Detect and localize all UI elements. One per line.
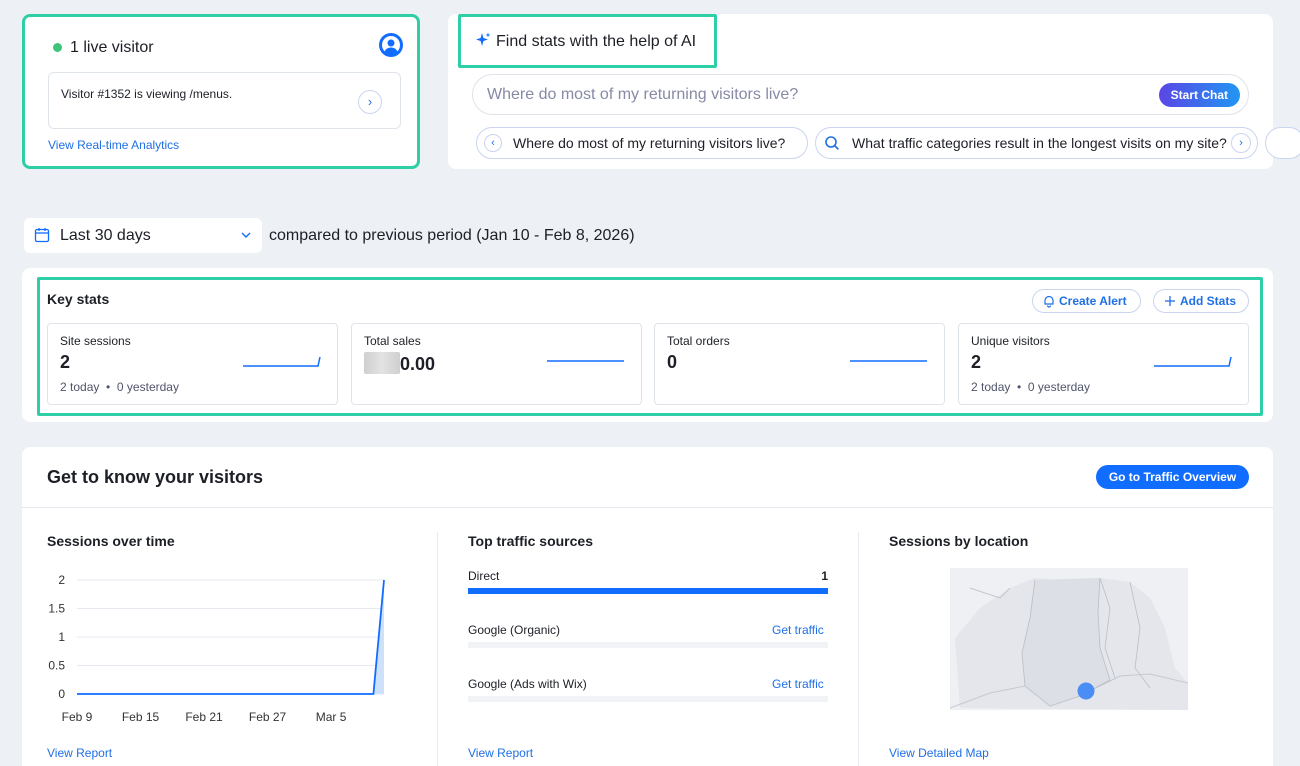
x-tick-label: Feb 15	[122, 710, 160, 724]
stat-card-site-sessions[interactable]: Site sessions 2 2 today • 0 yesterday	[47, 323, 338, 405]
map-country	[1021, 577, 1111, 707]
stat-label: Total orders	[667, 334, 730, 348]
ai-suggestion-label: What traffic categories result in the lo…	[852, 135, 1227, 151]
view-detailed-map-link[interactable]: View Detailed Map	[889, 746, 989, 760]
live-visitor-title: 1 live visitor	[70, 39, 154, 56]
column-divider	[437, 532, 438, 766]
view-realtime-analytics-link[interactable]: View Real-time Analytics	[48, 138, 179, 152]
stat-label: Site sessions	[60, 334, 131, 348]
stat-subtext: 2 today • 0 yesterday	[971, 380, 1090, 394]
avatar-icon[interactable]	[379, 33, 403, 57]
y-tick-label: 1	[58, 630, 65, 644]
start-chat-button[interactable]: Start Chat	[1158, 83, 1240, 107]
traffic-source-name: Google (Ads with Wix)	[468, 677, 587, 691]
stat-value: 2	[971, 352, 982, 372]
stat-value: 0	[667, 352, 678, 372]
traffic-source-value: 1	[821, 569, 828, 583]
stat-value: 0.00	[364, 352, 435, 375]
chevron-right-icon[interactable]: ›	[1231, 133, 1251, 153]
stat-subtext: 2 today • 0 yesterday	[60, 380, 179, 394]
stat-card-unique-visitors[interactable]: Unique visitors 2 2 today • 0 yesterday	[958, 323, 1249, 405]
stat-sparkline	[243, 356, 321, 367]
map-location-marker	[1077, 682, 1095, 700]
ai-search-bar: Start Chat	[472, 74, 1249, 115]
traffic-source-bar	[468, 588, 828, 594]
top-traffic-sources-title: Top traffic sources	[468, 533, 593, 549]
traffic-source-bar-fill	[468, 588, 828, 594]
x-tick-label: Feb 21	[185, 710, 223, 724]
traffic-source-bar	[468, 642, 828, 648]
sparkle-icon	[476, 32, 491, 46]
y-tick-label: 2	[58, 573, 65, 587]
blurred-currency	[364, 352, 400, 374]
live-visitor-card: 1 live visitor Visitor #1352 is viewing …	[22, 14, 420, 169]
stat-sparkline	[850, 360, 927, 362]
view-report-link[interactable]: View Report	[47, 746, 112, 760]
stat-sparkline	[547, 360, 624, 362]
sessions-over-time-title: Sessions over time	[47, 533, 175, 549]
view-report-link[interactable]: View Report	[468, 746, 533, 760]
plus-icon	[1165, 296, 1175, 306]
create-alert-button[interactable]: Create Alert	[1032, 289, 1141, 313]
x-tick-label: Feb 9	[62, 710, 93, 724]
date-range-value: Last 30 days	[60, 227, 151, 244]
live-status-dot	[53, 43, 62, 52]
go-to-traffic-overview-button[interactable]: Go to Traffic Overview	[1096, 465, 1249, 489]
ai-title-box: Find stats with the help of AI	[458, 14, 717, 68]
get-traffic-link[interactable]: Get traffic	[772, 677, 824, 691]
sessions-by-location-title: Sessions by location	[889, 533, 1029, 549]
live-visitor-message: Visitor #1352 is viewing /menus.	[61, 87, 233, 101]
stat-card-total-sales[interactable]: Total sales 0.00	[351, 323, 642, 405]
ai-search-input[interactable]	[487, 84, 1127, 106]
add-stats-label: Add Stats	[1180, 294, 1237, 308]
x-tick-label: Feb 27	[249, 710, 287, 724]
x-tick-label: Mar 5	[316, 710, 347, 724]
create-alert-label: Create Alert	[1059, 294, 1127, 308]
stat-label: Unique visitors	[971, 334, 1050, 348]
comparison-period-text: compared to previous period (Jan 10 - Fe…	[269, 227, 635, 244]
sessions-chart: 2 1.5 1 0.5 0 Feb 9 Feb 15 Feb 21 Feb 27 Mar 5	[48, 573, 385, 724]
ai-suggestion-chip[interactable]: ‹ Where do most of my returning visitors…	[476, 127, 808, 159]
sessions-map[interactable]	[950, 568, 1188, 710]
add-stats-button[interactable]: Add Stats	[1153, 289, 1249, 313]
traffic-source-name: Google (Organic)	[468, 623, 561, 637]
y-tick-label: 0.5	[48, 659, 65, 673]
y-tick-label: 1.5	[48, 602, 65, 616]
chevron-left-icon[interactable]: ‹	[484, 134, 502, 152]
bell-icon	[1044, 295, 1054, 308]
visitors-title: Get to know your visitors	[47, 467, 264, 487]
stat-sparkline	[1154, 356, 1232, 367]
search-sparkle-icon	[825, 136, 840, 151]
stat-card-total-orders[interactable]: Total orders 0	[654, 323, 945, 405]
ai-suggestion-chip[interactable]: What traffic categories result in the lo…	[815, 127, 1258, 159]
ai-suggestion-label: Where do most of my returning visitors l…	[513, 135, 786, 151]
chevron-down-icon	[241, 232, 251, 238]
get-traffic-link[interactable]: Get traffic	[772, 623, 824, 637]
column-divider	[858, 532, 859, 766]
ai-title: Find stats with the help of AI	[496, 33, 697, 50]
traffic-source-bar	[468, 696, 828, 702]
y-tick-label: 0	[58, 687, 65, 701]
divider	[22, 507, 1273, 508]
date-range-select[interactable]: Last 30 days	[24, 218, 262, 253]
key-stats-title: Key stats	[47, 291, 110, 307]
ai-suggestion-chip[interactable]	[1265, 127, 1300, 159]
stat-value: 2	[60, 352, 71, 372]
chevron-right-icon[interactable]: ›	[358, 90, 382, 114]
live-visitor-message-box[interactable]: Visitor #1352 is viewing /menus. ›	[48, 72, 401, 129]
stat-label: Total sales	[364, 334, 421, 348]
calendar-icon	[34, 228, 50, 243]
traffic-source-name: Direct	[468, 569, 500, 583]
